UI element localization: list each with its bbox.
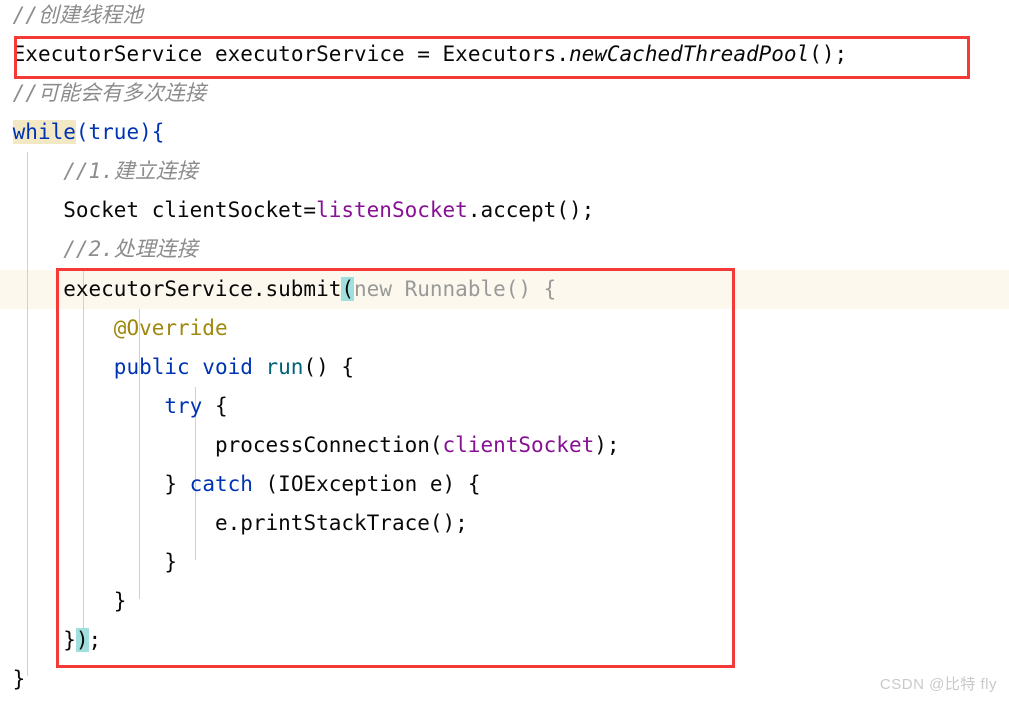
- code-line[interactable]: Socket clientSocket=listenSocket.accept(…: [0, 191, 1009, 230]
- keyword-token: catch: [189, 472, 253, 496]
- code-line[interactable]: //1.建立连接: [0, 152, 1009, 191]
- comment-token: //可能会有多次连接: [12, 81, 206, 105]
- brace-token: }: [63, 628, 76, 652]
- comment-token: //创建线程池: [12, 3, 143, 27]
- code-line[interactable]: processConnection(clientSocket);: [0, 426, 1009, 465]
- method-call-token: .accept();: [467, 198, 595, 222]
- code-line[interactable]: //可能会有多次连接: [0, 74, 1009, 113]
- keyword-token: public void: [113, 355, 266, 379]
- field-token: listenSocket: [316, 198, 468, 222]
- brace-token: }: [12, 667, 26, 691]
- code-line[interactable]: @Override: [0, 309, 1009, 348]
- code-line[interactable]: while(true){: [0, 113, 1009, 152]
- brace-token: }: [164, 550, 178, 574]
- punctuation-token: () {: [303, 355, 355, 379]
- code-line[interactable]: } catch (IOException e) {: [0, 465, 1009, 504]
- code-line[interactable]: try {: [0, 387, 1009, 426]
- keyword-token: while: [12, 120, 76, 144]
- matching-bracket: ): [75, 628, 89, 652]
- comment-token: //1.建立连接: [63, 159, 198, 183]
- type-token: Socket clientSocket=: [63, 198, 317, 222]
- class-token: Executors.: [442, 42, 569, 66]
- code-line[interactable]: //创建线程池: [0, 0, 1009, 35]
- method-token: run: [265, 355, 304, 379]
- annotation-token: @Override: [113, 316, 228, 340]
- method-call-token: e.printStackTrace();: [214, 511, 468, 535]
- punctuation-token: {: [202, 394, 228, 418]
- code-line[interactable]: //2.处理连接: [0, 230, 1009, 269]
- code-line[interactable]: public void run() {: [0, 348, 1009, 387]
- brace-token: }: [113, 589, 127, 613]
- method-call-token: processConnection(: [214, 433, 443, 457]
- punctuation-token: ;: [88, 628, 102, 652]
- code-line[interactable]: e.printStackTrace();: [0, 504, 1009, 543]
- code-line[interactable]: });: [0, 621, 1009, 660]
- matching-bracket: (: [341, 277, 355, 301]
- punctuation-token: ();: [809, 42, 848, 66]
- watermark: CSDN @比特 fly: [879, 676, 997, 693]
- brace-token: }: [164, 472, 190, 496]
- code-editor[interactable]: //创建线程池 ExecutorService executorService …: [0, 0, 1009, 702]
- comment-token: //2.处理连接: [63, 237, 198, 261]
- punctuation-token: );: [594, 433, 620, 457]
- field-token: clientSocket: [442, 433, 595, 457]
- catch-args-token: (IOException e) {: [252, 472, 481, 496]
- variable-token: executorService =: [202, 42, 443, 66]
- method-call-token: executorService.submit: [63, 277, 342, 301]
- anonymous-class-token: new Runnable() {: [354, 277, 557, 301]
- keyword-token: try: [164, 394, 203, 418]
- method-token: newCachedThreadPool: [568, 42, 810, 66]
- type-token: ExecutorService: [12, 42, 203, 66]
- code-line[interactable]: }: [0, 543, 1009, 582]
- code-line[interactable]: ExecutorService executorService = Execut…: [0, 35, 1009, 74]
- code-line[interactable]: }: [0, 660, 1009, 699]
- condition-token: (true){: [75, 120, 165, 144]
- code-line[interactable]: executorService.submit(new Runnable() {: [0, 270, 1009, 309]
- code-line[interactable]: }: [0, 582, 1009, 621]
